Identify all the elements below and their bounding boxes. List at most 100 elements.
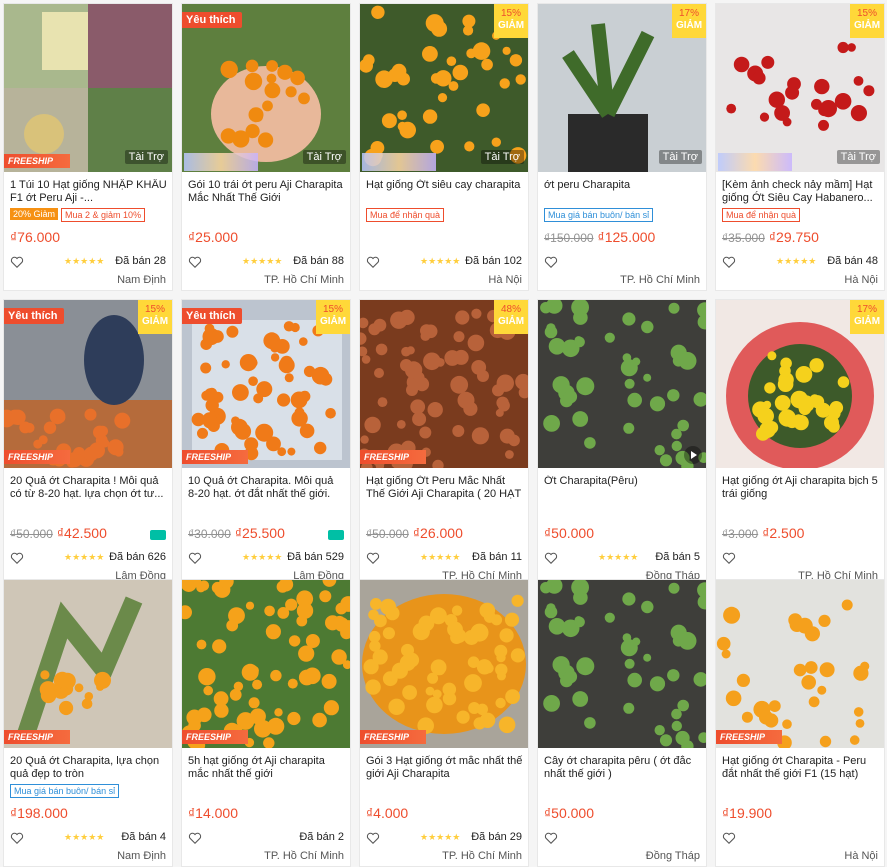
- shop-badge: [718, 153, 792, 171]
- location: TP. Hồ Chí Minh: [442, 850, 522, 862]
- product-title[interactable]: 10 Quả ớt Charapita. Mỗi quả 8-20 hạt. ớ…: [188, 475, 346, 501]
- product-title[interactable]: 20 Quả ớt Charapita, lựa chọn quả đẹp to…: [10, 755, 168, 781]
- product-card[interactable]: 17% GIẢM Hạt giống ớt Aji charapita bịch …: [715, 299, 885, 587]
- product-card[interactable]: Yêu thích 15% GIẢM FREESHIP 20 Quả ớt Cha…: [3, 299, 173, 587]
- price-row: ₫4.000: [366, 805, 408, 823]
- heart-icon[interactable]: [544, 255, 558, 269]
- heart-icon[interactable]: [366, 255, 380, 269]
- promo-tag: Mua để nhận quà: [366, 208, 445, 222]
- heart-icon[interactable]: [722, 551, 736, 565]
- product-title[interactable]: Hạt giống Ớt Peru Mắc Nhất Thế Giới Aji …: [366, 475, 524, 501]
- location: TP. Hồ Chí Minh: [620, 274, 700, 286]
- sponsored-label: Tài Trợ: [658, 150, 702, 164]
- rating-stars: ★★★★★: [776, 256, 817, 266]
- discount-badge: 15% GIẢM: [138, 300, 172, 334]
- promo-tags: Mua để nhận quà: [722, 208, 803, 222]
- current-price: ₫19.900: [722, 805, 773, 821]
- heart-icon[interactable]: [188, 551, 202, 565]
- heart-icon[interactable]: [10, 255, 24, 269]
- rating-stars: ★★★★★: [420, 552, 461, 562]
- original-price: ₫150.000: [544, 231, 594, 245]
- favorite-badge: Yêu thích: [182, 308, 242, 324]
- price-row: ₫198.000: [10, 805, 68, 823]
- current-price: ₫2.500: [762, 525, 805, 541]
- rating-stars: ★★★★★: [420, 832, 461, 842]
- product-card[interactable]: GIẢM FREESHIP 5h hạt giống ớt Aji charap…: [181, 579, 351, 867]
- heart-icon[interactable]: [10, 551, 24, 565]
- product-image[interactable]: [182, 580, 350, 748]
- product-card[interactable]: GIẢM FREESHIP Hạt giống ớt Charapita - P…: [715, 579, 885, 867]
- price-row: ₫30.000 ₫25.500: [188, 525, 285, 543]
- product-title[interactable]: Hạt giống ớt Charapita - Peru đắt nhất t…: [722, 755, 880, 781]
- product-title[interactable]: Gói 10 trái ớt peru Aji Charapita Mắc Nh…: [188, 179, 346, 205]
- product-card[interactable]: Yêu thích GIẢM Tài Trợ Gói 10 trái ớt pe…: [181, 3, 351, 291]
- sponsored-label: Tài Trợ: [836, 150, 880, 164]
- rating-stars: ★★★★★: [242, 552, 283, 562]
- product-card[interactable]: Yêu thích 15% GIẢM FREESHIP 10 Quả ớt Cha…: [181, 299, 351, 587]
- sold-count: Đã bán 29: [471, 831, 522, 843]
- location: Nam Định: [117, 850, 166, 862]
- product-title[interactable]: 20 Quả ớt Charapita ! Mỗi quả có từ 8-20…: [10, 475, 168, 501]
- product-image[interactable]: [716, 580, 884, 748]
- product-title[interactable]: Ớt Charapita(Pêru): [544, 475, 702, 501]
- heart-icon[interactable]: [544, 831, 558, 845]
- heart-icon[interactable]: [10, 831, 24, 845]
- product-image[interactable]: [360, 580, 528, 748]
- freeship-badge: FREESHIP: [182, 450, 248, 464]
- product-image[interactable]: [538, 580, 706, 748]
- product-image[interactable]: [538, 300, 706, 468]
- promo-tags: Mua để nhận quà: [366, 208, 447, 222]
- current-price: ₫198.000: [10, 805, 68, 821]
- current-price: ₫42.500: [56, 525, 107, 541]
- video-play-icon[interactable]: [684, 446, 702, 464]
- product-title[interactable]: Gói 3 Hạt giống ớt mắc nhất thế giới Aji…: [366, 755, 524, 781]
- product-title[interactable]: Cây ớt charapita pêru ( ớt đắc nhất thế …: [544, 755, 702, 781]
- heart-icon[interactable]: [722, 831, 736, 845]
- rating-stars: ★★★★★: [420, 256, 461, 266]
- product-card[interactable]: GIẢM FREESHIP 20 Quả ớt Charapita, lựa c…: [3, 579, 173, 867]
- heart-icon[interactable]: [366, 831, 380, 845]
- product-image[interactable]: [182, 4, 350, 172]
- product-title[interactable]: 5h hạt giống ớt Aji charapita mắc nhất t…: [188, 755, 346, 781]
- shop-badge: [362, 153, 436, 171]
- sold-count: Đã bán 102: [465, 255, 522, 267]
- heart-icon[interactable]: [366, 551, 380, 565]
- current-price: ₫50.000: [544, 805, 595, 821]
- product-title[interactable]: 1 Túi 10 Hạt giống NHẬP KHẨU F1 ớt Peru …: [10, 179, 168, 205]
- heart-icon[interactable]: [544, 551, 558, 565]
- rating-stars: ★★★★★: [598, 552, 639, 562]
- product-card[interactable]: GIẢM Cây ớt charapita pêru ( ớt đắc nhất…: [537, 579, 707, 867]
- product-title[interactable]: Hạt giống Ớt siêu cay charapita: [366, 179, 524, 205]
- current-price: ₫29.750: [768, 229, 819, 245]
- product-card[interactable]: 17% GIẢM Tài Trợ ớt peru Charapita Mua gi…: [537, 3, 707, 291]
- heart-icon[interactable]: [188, 255, 202, 269]
- product-title[interactable]: [Kèm ảnh check nảy mầm] Hạt giống Ớt Siê…: [722, 179, 880, 205]
- discount-word: GIẢM: [853, 316, 881, 327]
- freeship-badge: FREESHIP: [182, 730, 248, 744]
- promo-tag: 20% Giảm: [10, 208, 59, 220]
- discount-badge: 48% GIẢM: [494, 300, 528, 334]
- heart-icon[interactable]: [188, 831, 202, 845]
- discount-badge: 15% GIẢM: [850, 4, 884, 38]
- price-row: ₫19.900: [722, 805, 772, 823]
- promo-tag: Mua giá bán buôn/ bán sỉ: [544, 208, 654, 222]
- sponsored-label: Tài Trợ: [302, 150, 346, 164]
- favorite-badge: Yêu thích: [4, 308, 64, 324]
- product-title[interactable]: Hạt giống ớt Aji charapita bịch 5 trái g…: [722, 475, 880, 501]
- product-title[interactable]: ớt peru Charapita: [544, 179, 702, 205]
- product-card[interactable]: 15% GIẢM Tài Trợ [Kèm ảnh check nảy mầm] …: [715, 3, 885, 291]
- price-row: ₫50.000 ₫42.500: [10, 525, 107, 543]
- product-card[interactable]: GIẢM FREESHIP Gói 3 Hạt giống ớt mắc nhấ…: [359, 579, 529, 867]
- rating-stars: ★★★★★: [242, 256, 283, 266]
- product-card[interactable]: 15% GIẢM Tài Trợ Hạt giống Ớt siêu cay ch…: [359, 3, 529, 291]
- freeship-badge: FREESHIP: [360, 450, 426, 464]
- product-grid: GIẢM FREESHIP Tài Trợ 1 Túi 10 Hạt giống…: [0, 0, 887, 867]
- heart-icon[interactable]: [722, 255, 736, 269]
- product-card[interactable]: 48% GIẢM FREESHIP Hạt giống Ớt Peru Mắc N…: [359, 299, 529, 587]
- freeship-badge: FREESHIP: [4, 730, 70, 744]
- product-image[interactable]: [4, 580, 172, 748]
- original-price: ₫50.000: [10, 527, 53, 541]
- product-card[interactable]: GIẢM FREESHIP Tài Trợ 1 Túi 10 Hạt giống…: [3, 3, 173, 291]
- product-card[interactable]: GIẢM Ớt Charapita(Pêru) ₫50.000 ★★★★★ Đã…: [537, 299, 707, 587]
- product-image[interactable]: [4, 4, 172, 172]
